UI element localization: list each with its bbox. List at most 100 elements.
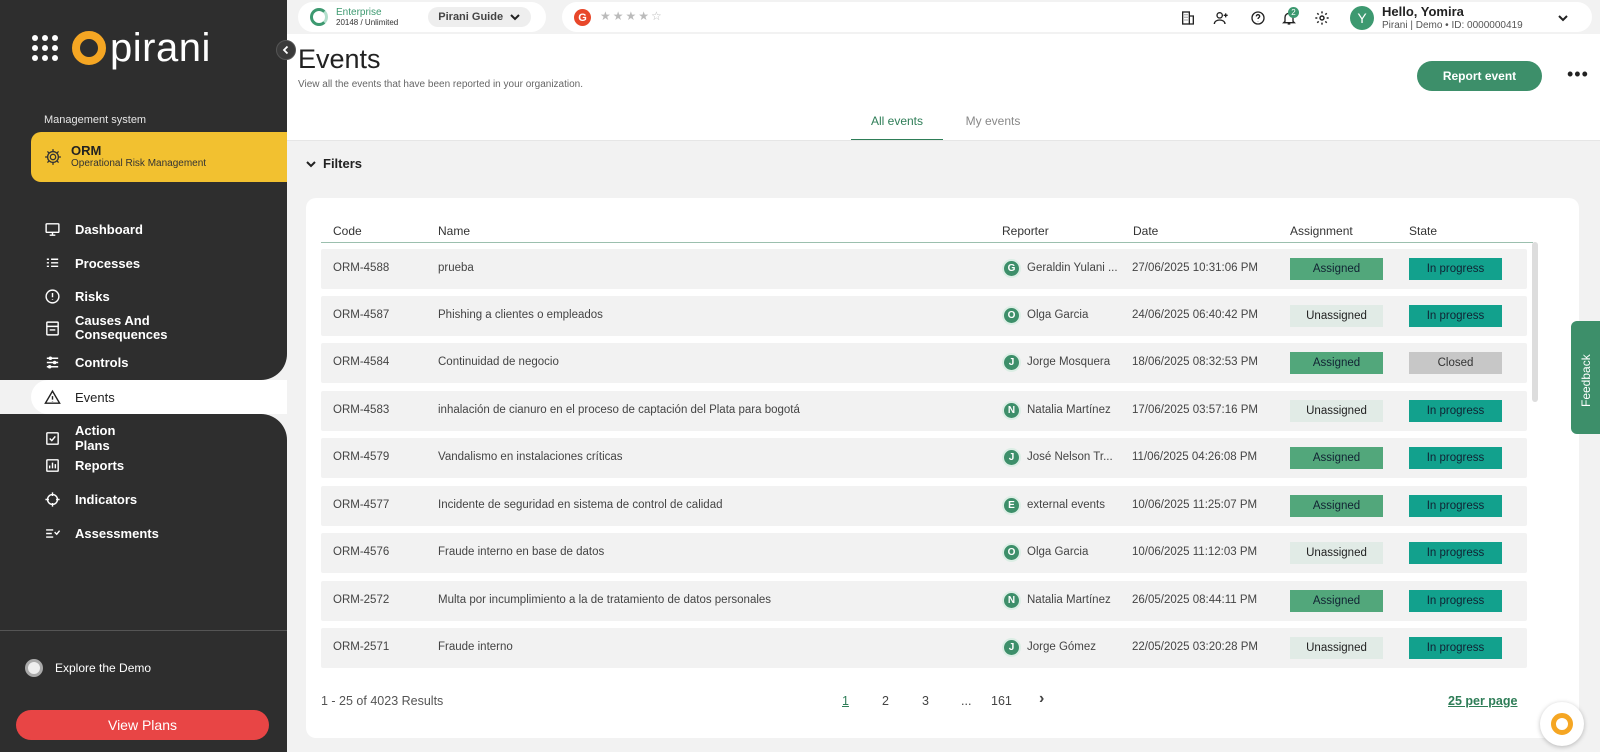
cell-reporter: Natalia Martínez [1027, 404, 1111, 416]
explore-demo-link[interactable]: Explore the Demo [25, 659, 151, 677]
g2-logo-icon[interactable]: G [574, 9, 591, 26]
plan-usage: 20148 / Unlimited [336, 17, 399, 27]
table-row[interactable]: ORM-4588 prueba G Geraldin Yulani ... 27… [321, 249, 1527, 289]
cell-date: 18/06/2025 08:32:53 PM [1132, 356, 1258, 368]
assistant-button[interactable] [1540, 702, 1584, 746]
cell-reporter: Natalia Martínez [1027, 594, 1111, 606]
settings-gear-icon[interactable] [1314, 10, 1330, 26]
column-header-code[interactable]: Code [333, 224, 362, 238]
table-row[interactable]: ORM-2572 Multa por incumplimiento a la d… [321, 581, 1527, 621]
view-plans-button[interactable]: View Plans [16, 710, 269, 740]
feedback-tab[interactable]: Feedback [1571, 321, 1600, 434]
column-header-state[interactable]: State [1409, 224, 1437, 238]
radio-icon [25, 659, 43, 677]
sidebar-item-action-plans[interactable]: Action Plans [44, 423, 115, 453]
main-content: Events View all the events that have bee… [287, 34, 1600, 752]
table-row[interactable]: ORM-4587 Phishing a clientes o empleados… [321, 296, 1527, 336]
results-count: 1 - 25 of 4023 Results [321, 694, 444, 708]
cell-code: ORM-4588 [333, 262, 390, 274]
state-badge: In progress [1409, 447, 1502, 469]
column-header-reporter[interactable]: Reporter [1002, 224, 1049, 238]
orm-module-card[interactable]: ORM Operational Risk Management [31, 132, 287, 182]
state-badge: In progress [1409, 590, 1502, 612]
next-page-button[interactable]: › [1039, 690, 1044, 708]
reporter-avatar: J [1002, 638, 1021, 657]
add-user-icon[interactable] [1213, 10, 1229, 26]
filters-toggle[interactable]: Filters [305, 156, 362, 171]
sidebar-item-assessments[interactable]: Assessments [44, 525, 159, 542]
cell-name: Vandalismo en instalaciones críticas [438, 451, 623, 463]
events-table-card: Code Name Reporter Date Assignment State… [306, 198, 1579, 738]
cell-name: inhalación de cianuro en el proceso de c… [438, 404, 800, 416]
pirani-guide-dropdown[interactable]: Pirani Guide [428, 7, 532, 27]
sidebar-item-label: Causes And Consequences [75, 313, 168, 342]
table-row[interactable]: ORM-4584 Continuidad de negocio J Jorge … [321, 343, 1527, 383]
sidebar-item-causes-consequences[interactable]: Causes And Consequences [44, 314, 184, 342]
cell-date: 22/05/2025 03:20:28 PM [1132, 641, 1258, 653]
page-2-link[interactable]: 2 [882, 694, 889, 708]
more-options-button[interactable]: ••• [1567, 64, 1589, 85]
column-header-name[interactable]: Name [438, 224, 470, 238]
cell-date: 24/06/2025 06:40:42 PM [1132, 309, 1258, 321]
tab-my-events[interactable]: My events [947, 114, 1039, 140]
cell-name: Fraude interno en base de datos [438, 546, 605, 558]
cell-code: ORM-4584 [333, 356, 390, 368]
logo-text: pirani [110, 26, 211, 70]
cell-name: Phishing a clientes o empleados [438, 309, 603, 321]
pirani-logo-icon [72, 31, 106, 65]
cell-date: 17/06/2025 03:57:16 PM [1132, 404, 1258, 416]
table-row[interactable]: ORM-4583 inhalación de cianuro en el pro… [321, 391, 1527, 431]
reporter-avatar: J [1002, 353, 1021, 372]
apps-grid-icon[interactable] [32, 35, 58, 61]
table-row[interactable]: ORM-4576 Fraude interno en base de datos… [321, 533, 1527, 573]
column-header-date[interactable]: Date [1133, 224, 1158, 238]
user-avatar[interactable]: Y [1350, 6, 1374, 30]
page-1-link[interactable]: 1 [842, 694, 849, 708]
sidebar-item-indicators[interactable]: Indicators [44, 491, 137, 508]
sidebar-item-reports[interactable]: Reports [44, 457, 124, 474]
assignment-badge: Assigned [1290, 495, 1383, 517]
sidebar-item-controls[interactable]: Controls [44, 354, 128, 371]
state-badge: In progress [1409, 637, 1502, 659]
chevron-down-icon[interactable] [1557, 12, 1569, 24]
page-161-link[interactable]: 161 [991, 694, 1012, 708]
table-row[interactable]: ORM-4577 Incidente de seguridad en siste… [321, 486, 1527, 526]
cell-code: ORM-2571 [333, 641, 390, 653]
sidebar-item-dashboard[interactable]: Dashboard [44, 221, 143, 238]
cell-date: 10/06/2025 11:25:07 PM [1132, 499, 1258, 511]
sidebar-item-label: Processes [75, 256, 141, 271]
sidebar-item-label: Indicators [75, 492, 138, 507]
sidebar-item-events[interactable]: Events [31, 380, 287, 414]
building-icon[interactable] [1180, 10, 1196, 26]
pirani-assistant-icon [1551, 713, 1573, 735]
assignment-badge: Assigned [1290, 352, 1383, 374]
crosshair-icon [45, 492, 60, 507]
list-icon [46, 258, 59, 268]
cell-name: prueba [438, 262, 474, 274]
guide-label: Pirani Guide [438, 11, 504, 23]
sidebar-item-processes[interactable]: Processes [44, 255, 140, 272]
page-3-link[interactable]: 3 [922, 694, 929, 708]
per-page-selector[interactable]: 25 per page [1448, 694, 1517, 708]
collapse-sidebar-button[interactable] [276, 40, 296, 60]
state-badge: In progress [1409, 400, 1502, 422]
cell-date: 27/06/2025 10:31:06 PM [1132, 262, 1258, 274]
rating-stars[interactable]: ★★★★☆ [600, 9, 664, 23]
tab-all-events[interactable]: All events [851, 114, 943, 141]
table-scrollbar[interactable] [1532, 242, 1538, 402]
table-row[interactable]: ORM-4579 Vandalismo en instalaciones crí… [321, 438, 1527, 478]
table-row[interactable]: ORM-2571 Fraude interno J Jorge Gómez 22… [321, 628, 1527, 668]
header-divider [321, 242, 1533, 243]
help-icon[interactable] [1250, 10, 1266, 26]
state-badge: In progress [1409, 258, 1502, 280]
sidebar-item-label: Assessments [75, 526, 159, 541]
report-event-button[interactable]: Report event [1417, 61, 1542, 91]
sidebar-item-label: Controls [75, 355, 129, 370]
sliders-icon [46, 356, 59, 369]
assignment-badge: Unassigned [1290, 637, 1383, 659]
orm-subtitle: Operational Risk Management [71, 158, 207, 169]
sidebar-item-risks[interactable]: Risks [44, 288, 110, 305]
assignment-badge: Assigned [1290, 258, 1383, 280]
column-header-assignment[interactable]: Assignment [1290, 224, 1353, 238]
reporter-avatar: G [1002, 259, 1021, 278]
